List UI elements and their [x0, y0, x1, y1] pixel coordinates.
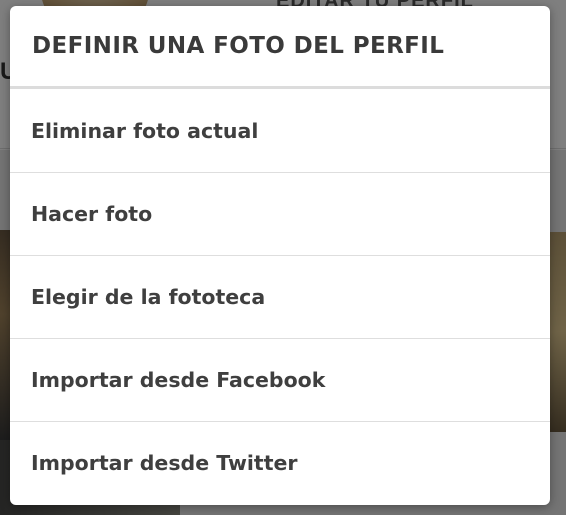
option-label: Importar desde Twitter — [31, 451, 298, 475]
take-photo-option[interactable]: Hacer foto — [10, 172, 550, 255]
import-from-facebook-option[interactable]: Importar desde Facebook — [10, 338, 550, 421]
remove-current-photo-option[interactable]: Eliminar foto actual — [10, 89, 550, 172]
dialog-title: DEFINIR UNA FOTO DEL PERFIL — [32, 33, 445, 59]
option-label: Importar desde Facebook — [31, 368, 326, 392]
choose-from-library-option[interactable]: Elegir de la fototeca — [10, 255, 550, 338]
option-label: Elegir de la fototeca — [31, 285, 266, 309]
import-from-twitter-option[interactable]: Importar desde Twitter — [10, 421, 550, 504]
option-label: Hacer foto — [31, 202, 153, 226]
profile-photo-dialog: DEFINIR UNA FOTO DEL PERFIL Eliminar fot… — [10, 6, 550, 505]
dialog-option-list: Eliminar foto actual Hacer foto Elegir d… — [10, 89, 550, 504]
option-label: Eliminar foto actual — [31, 118, 259, 143]
dialog-header: DEFINIR UNA FOTO DEL PERFIL — [10, 6, 550, 89]
